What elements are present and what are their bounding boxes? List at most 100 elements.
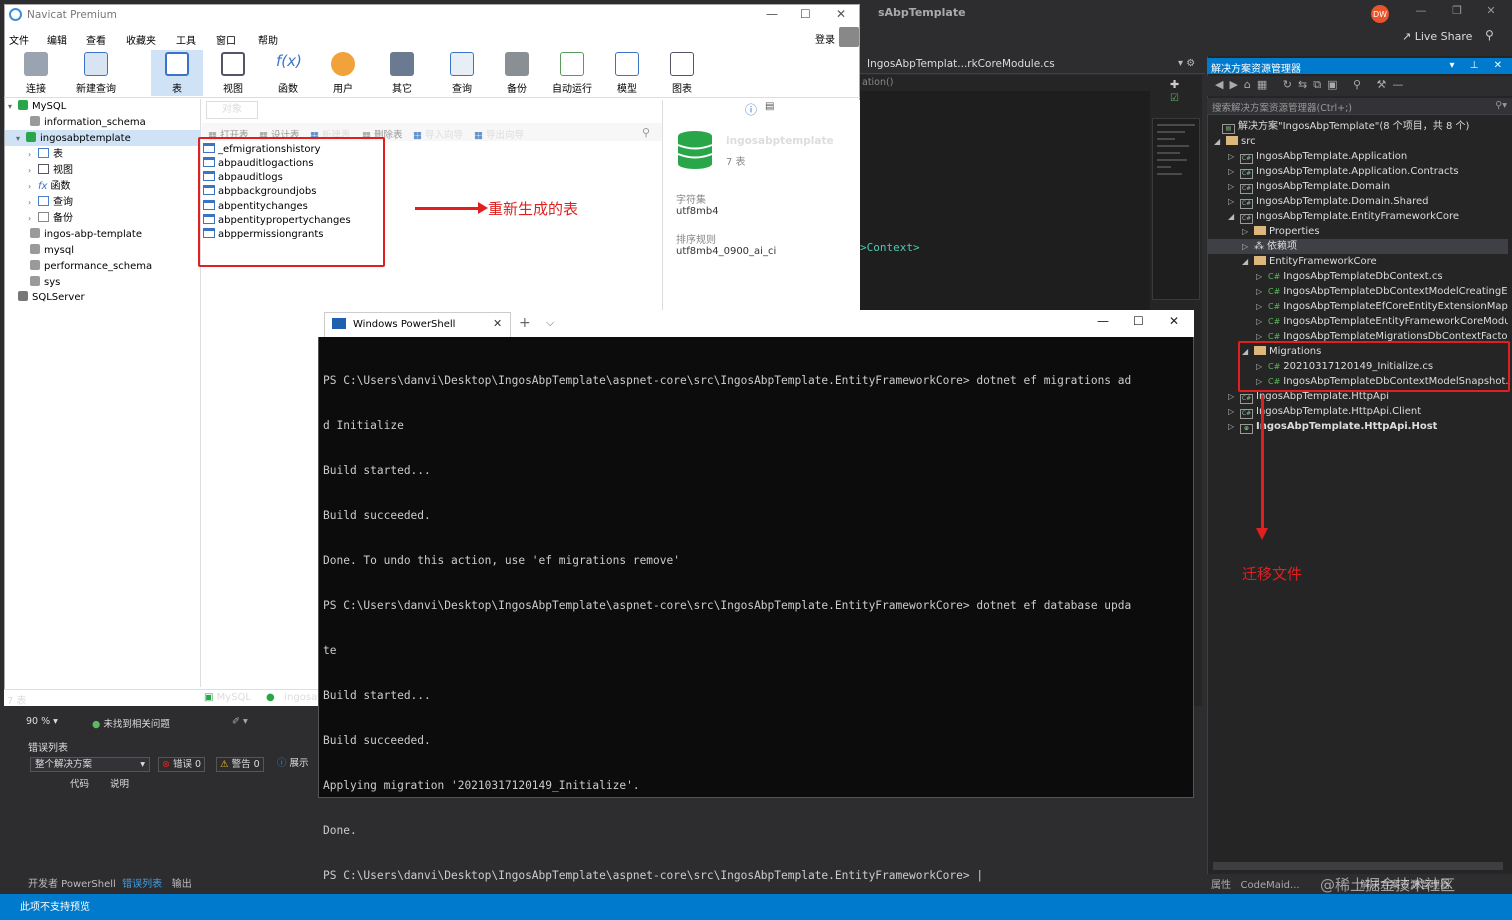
database-icon: [677, 131, 713, 169]
folder-src[interactable]: ◢ src: [1214, 134, 1256, 149]
project-item[interactable]: ▷ C# IngosAbpTemplate.Domain.Shared: [1228, 194, 1429, 209]
menu-edit[interactable]: 编辑: [47, 32, 67, 47]
split-icon[interactable]: ✚: [1170, 78, 1179, 91]
col-desc[interactable]: 说明: [110, 776, 129, 790]
solution-root[interactable]: ▤ 解决方案"IngosAbpTemplate"(8 个项目，共 8 个): [1222, 119, 1469, 134]
maximize-icon[interactable]: ☐: [800, 7, 811, 21]
pin-icon[interactable]: ▾ ⊥ ✕: [1450, 60, 1508, 71]
restore-icon[interactable]: ❐: [1443, 4, 1471, 22]
search-icon[interactable]: ⚲: [642, 126, 650, 139]
view-button[interactable]: 视图: [207, 50, 259, 95]
tree-db[interactable]: information_schema: [30, 115, 146, 130]
issue-indicator[interactable]: ● 未找到相关问题: [92, 716, 170, 730]
menu-favorites[interactable]: 收藏夹: [126, 32, 156, 47]
dependencies-item[interactable]: ▷ ⁂ 依赖项: [1208, 239, 1508, 254]
powershell-tab[interactable]: Windows PowerShell: [324, 312, 511, 337]
avatar[interactable]: DW: [1371, 5, 1389, 23]
close-icon[interactable]: ✕: [1169, 314, 1179, 328]
menu-file[interactable]: 文件: [9, 32, 29, 47]
file-item[interactable]: ▷ C# IngosAbpTemplateDbContextModelCreatin…: [1256, 284, 1508, 299]
tree-tables[interactable]: › 表: [28, 147, 63, 162]
login-button[interactable]: 登录: [815, 31, 835, 46]
live-share-button[interactable]: ↗ Live Share: [1402, 30, 1472, 43]
function-button[interactable]: f(x) 函数: [262, 50, 314, 95]
tab-error-list[interactable]: 错误列表: [122, 879, 162, 890]
warnings-filter-button[interactable]: ⚠ 警告 0: [216, 757, 264, 772]
maximize-icon[interactable]: ☐: [1133, 314, 1144, 328]
tree-db[interactable]: performance_schema: [30, 259, 152, 274]
info-icon[interactable]: ⓘ: [745, 101, 757, 118]
tab-output[interactable]: 输出: [172, 879, 192, 890]
project-item[interactable]: ▷ C# IngosAbpTemplate.Application.Contract…: [1228, 164, 1459, 179]
tree-db[interactable]: sys: [30, 275, 60, 290]
console-scrollbar[interactable]: [1183, 338, 1193, 796]
tree-db[interactable]: mysql: [30, 243, 74, 258]
errors-filter-button[interactable]: ⊗ 错误 0: [158, 757, 206, 772]
messages-filter-button[interactable]: ⓘ 展示: [274, 757, 312, 772]
project-item[interactable]: ▷ C# IngosAbpTemplate.HttpApi.Client: [1228, 404, 1421, 419]
project-item[interactable]: ◢ C# IngosAbpTemplate.EntityFrameworkCore: [1228, 209, 1459, 224]
minimize-icon[interactable]: —: [1097, 314, 1109, 328]
chart-button[interactable]: 图表: [656, 50, 708, 95]
model-button[interactable]: 模型: [601, 50, 653, 95]
tree-sqlserver[interactable]: SQLServer: [18, 290, 85, 305]
tree-views[interactable]: › 视图: [28, 163, 73, 178]
console-text: PS C:\Users\danvi\Desktop\IngosAbpTempla…: [323, 599, 1132, 612]
brush-icon[interactable]: ✐ ▾: [232, 716, 248, 727]
ddl-icon[interactable]: ▤: [765, 101, 774, 112]
zoom-level[interactable]: 90 % ▾: [26, 716, 58, 727]
tree-functions[interactable]: › fx 函数: [28, 179, 70, 194]
tab-dropdown-icon[interactable]: ▾ ⚙: [1178, 58, 1195, 69]
close-icon[interactable]: ✕: [836, 7, 846, 21]
solution-explorer-toolbar[interactable]: ◀▶⌂▦ ↻⇆⧉▣ ⚲ ⚒—: [1207, 76, 1512, 96]
folder-efcore[interactable]: ◢ EntityFrameworkCore: [1242, 254, 1377, 269]
horizontal-scrollbar[interactable]: [1213, 862, 1503, 870]
tree-mysql[interactable]: ▾ MySQL: [8, 99, 66, 114]
tree-db-selected[interactable]: ▾ ingosabptemplate: [16, 131, 131, 146]
new-tab-icon[interactable]: +: [519, 315, 531, 331]
file-item[interactable]: ▷ C# IngosAbpTemplateDbContext.cs: [1256, 269, 1508, 284]
table-button[interactable]: 表: [151, 50, 203, 96]
close-icon[interactable]: ✕: [1477, 4, 1505, 22]
project-item[interactable]: ▷ C# IngosAbpTemplate.Application: [1228, 149, 1407, 164]
chevron-down-icon[interactable]: ⌵: [546, 316, 554, 330]
tab-dev-powershell[interactable]: 开发者 PowerShell: [28, 879, 116, 890]
objects-tab[interactable]: 对象: [206, 101, 258, 119]
tree-db[interactable]: ingos-abp-template: [30, 227, 142, 242]
user-icon[interactable]: [839, 27, 859, 47]
file-item[interactable]: ▷ C# IngosAbpTemplateEfCoreEntityExtension…: [1256, 299, 1508, 314]
console-output[interactable]: PS C:\Users\danvi\Desktop\IngosAbpTempla…: [323, 343, 1183, 898]
tree-queries[interactable]: › 查询: [28, 195, 73, 210]
tab-properties[interactable]: 属性: [1211, 880, 1231, 891]
startup-project-item[interactable]: ▷ ⊕ IngosAbpTemplate.HttpApi.Host: [1228, 419, 1437, 434]
minimap-viewport[interactable]: [1152, 118, 1200, 300]
col-code[interactable]: 代码: [70, 776, 89, 790]
backup-button[interactable]: 备份: [491, 50, 543, 95]
editor-tab[interactable]: IngosAbpTemplat...rkCoreModule.cs: [867, 58, 1055, 70]
folder-properties[interactable]: ▷ Properties: [1242, 224, 1320, 239]
project-item[interactable]: ▷ C# IngosAbpTemplate.Domain: [1228, 179, 1390, 194]
error-scope-select[interactable]: 整个解决方案 ▾: [30, 757, 150, 772]
other-button[interactable]: 其它: [376, 50, 428, 95]
minimize-icon[interactable]: —: [766, 7, 778, 21]
menu-help[interactable]: 帮助: [258, 32, 278, 47]
csharp-file-icon: C#: [1268, 272, 1281, 281]
menu-view[interactable]: 查看: [86, 32, 106, 47]
automation-button[interactable]: 自动运行: [546, 50, 598, 95]
menu-window[interactable]: 窗口: [216, 32, 236, 47]
file-item[interactable]: ▷ C# IngosAbpTemplateEntityFrameworkCoreMo…: [1256, 314, 1508, 329]
tab-codemaid[interactable]: CodeMaid...: [1241, 880, 1300, 891]
minimize-icon[interactable]: —: [1407, 4, 1435, 22]
editor-navigation-bar[interactable]: ation(): [860, 75, 1150, 91]
connect-button[interactable]: 连接: [10, 50, 62, 95]
new-query-button[interactable]: 新建查询: [70, 50, 122, 95]
tree-backups[interactable]: › 备份: [28, 211, 73, 226]
user-button[interactable]: 用户: [317, 50, 369, 95]
close-tab-icon[interactable]: ✕: [493, 317, 502, 330]
query-button[interactable]: 查询: [436, 50, 488, 95]
feedback-icon[interactable]: ⚲: [1485, 28, 1494, 42]
import-wizard-button[interactable]: ▦ 导入向导: [413, 127, 463, 141]
solution-search-input[interactable]: 搜索解决方案资源管理器(Ctrl+;) ⚲▾: [1207, 98, 1512, 115]
menu-tools[interactable]: 工具: [176, 32, 196, 47]
export-wizard-button[interactable]: ▦ 导出向导: [474, 127, 524, 141]
